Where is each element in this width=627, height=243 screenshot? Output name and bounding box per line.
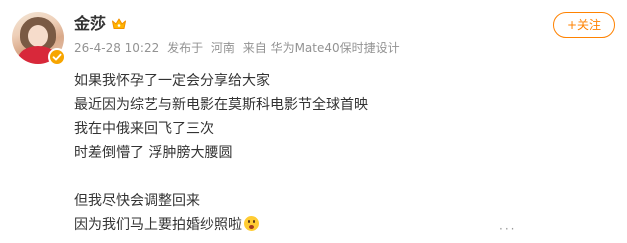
post-source: 来自 华为Mate40保时捷设计 <box>242 41 400 55</box>
more-options-button[interactable]: ··· <box>499 223 516 237</box>
post-line-text: 因为我们马上要拍婚纱照啦 <box>74 217 242 233</box>
crown-icon[interactable] <box>111 17 127 31</box>
post-line: 但我尽快会调整回来 <box>74 193 200 209</box>
user-name[interactable]: 金莎 <box>74 13 106 35</box>
post-line-last: 因为我们马上要拍婚纱照啦 <box>74 213 368 237</box>
verified-badge-icon <box>48 48 66 66</box>
weibo-post: 金莎 26-4-28 10:22 发布于 河南 来自 华为Mate40保时捷设计… <box>0 0 627 243</box>
post-line: 我在中俄来回飞了三次 <box>74 121 214 137</box>
post-line: 时差倒懵了 浮肿膀大腰圆 <box>74 145 233 161</box>
avatar[interactable] <box>12 12 66 66</box>
post-location: 河南 <box>210 41 235 55</box>
post-meta: 26-4-28 10:22 发布于 河南 来自 华为Mate40保时捷设计 <box>74 40 404 56</box>
follow-button[interactable]: +关注 <box>553 12 615 38</box>
post-line: 如果我怀孕了一定会分享给大家 <box>74 73 270 89</box>
follow-label: +关注 <box>566 18 602 32</box>
post-line: 最近因为综艺与新电影在莫斯科电影节全球首映 <box>74 97 368 113</box>
surprised-face-icon <box>244 216 259 231</box>
post-timestamp[interactable]: 26-4-28 10:22 <box>74 41 159 55</box>
post-content: 如果我怀孕了一定会分享给大家 最近因为综艺与新电影在莫斯科电影节全球首映 我在中… <box>74 69 368 237</box>
published-label: 发布于 <box>167 41 204 55</box>
